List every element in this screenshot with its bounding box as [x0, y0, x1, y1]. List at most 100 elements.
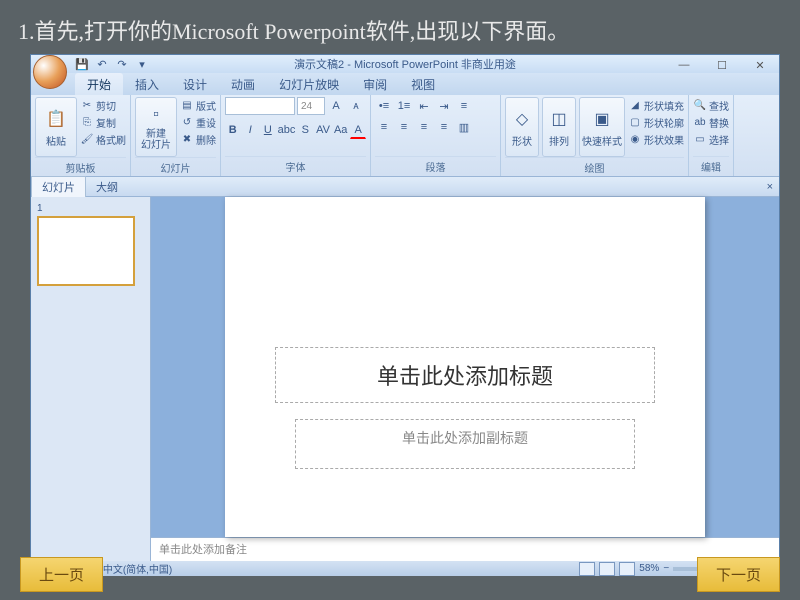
- status-bar: "Office 主题" 中文(简体,中国) 58% − +: [31, 561, 779, 576]
- arrange-button[interactable]: ◫排列: [542, 97, 576, 157]
- slides-pane-tab[interactable]: 幻灯片: [31, 176, 86, 197]
- paragraph-group-label: 段落: [375, 156, 496, 176]
- group-drawing: ◇形状 ◫排列 ▣快速样式 ◢形状填充 ▢形状轮廓 ◉形状效果 绘图: [501, 95, 689, 176]
- zoom-level: 58%: [639, 563, 659, 574]
- pane-close-icon[interactable]: ×: [767, 181, 773, 193]
- font-size-select[interactable]: 24: [297, 97, 325, 115]
- sorter-view-button[interactable]: [599, 562, 615, 576]
- window-controls: — ☐ ✕: [665, 55, 779, 75]
- paste-button[interactable]: 📋 粘贴: [35, 97, 77, 157]
- spacing-button[interactable]: AV: [315, 121, 331, 139]
- outline-pane-tab[interactable]: 大纲: [86, 177, 128, 197]
- tab-insert[interactable]: 插入: [123, 73, 171, 95]
- font-group-label: 字体: [225, 156, 366, 176]
- tab-slideshow[interactable]: 幻灯片放映: [267, 73, 351, 95]
- qat-dropdown-icon[interactable]: ▾: [133, 55, 151, 73]
- tab-view[interactable]: 视图: [399, 73, 447, 95]
- grow-font-icon[interactable]: A: [327, 97, 345, 115]
- slide-number: 1: [37, 203, 144, 214]
- italic-button[interactable]: I: [243, 121, 259, 139]
- format-painter-button[interactable]: 🖌格式刷: [80, 131, 126, 147]
- window-title: 演示文稿2 - Microsoft PowerPoint 非商业用途: [294, 56, 516, 72]
- title-placeholder[interactable]: 单击此处添加标题: [275, 347, 655, 403]
- shapes-icon: ◇: [510, 107, 534, 131]
- replace-button[interactable]: ab替换: [693, 114, 729, 130]
- align-right-button[interactable]: ≡: [415, 118, 433, 136]
- shapes-button[interactable]: ◇形状: [505, 97, 539, 157]
- tab-home[interactable]: 开始: [75, 73, 123, 95]
- ribbon: 📋 粘贴 ✂剪切 ⎘复制 🖌格式刷 剪贴板 ▫ 新建 幻灯片 ▤版式: [31, 95, 779, 177]
- new-slide-button[interactable]: ▫ 新建 幻灯片: [135, 97, 177, 157]
- shape-outline-button[interactable]: ▢形状轮廓: [628, 114, 684, 130]
- quick-styles-button[interactable]: ▣快速样式: [579, 97, 625, 157]
- shape-effects-button[interactable]: ◉形状效果: [628, 131, 684, 147]
- layout-icon: ▤: [180, 98, 194, 112]
- maximize-button[interactable]: ☐: [703, 55, 741, 75]
- next-page-button[interactable]: 下一页: [697, 557, 780, 592]
- indent-inc-button[interactable]: ⇥: [435, 97, 453, 115]
- reset-button[interactable]: ↺重设: [180, 114, 216, 130]
- shadow-button[interactable]: S: [298, 121, 314, 139]
- font-color-button[interactable]: A: [350, 121, 366, 139]
- zoom-out-button[interactable]: −: [663, 563, 669, 574]
- select-button[interactable]: ▭选择: [693, 131, 729, 147]
- find-button[interactable]: 🔍查找: [693, 97, 729, 113]
- subtitle-placeholder[interactable]: 单击此处添加副标题: [295, 419, 635, 469]
- effects-icon: ◉: [628, 132, 642, 146]
- group-editing: 🔍查找 ab替换 ▭选择 编辑: [689, 95, 734, 176]
- copy-button[interactable]: ⎘复制: [80, 114, 126, 130]
- underline-button[interactable]: U: [260, 121, 276, 139]
- slides-group-label: 幻灯片: [135, 157, 216, 177]
- outline-icon: ▢: [628, 115, 642, 129]
- group-clipboard: 📋 粘贴 ✂剪切 ⎘复制 🖌格式刷 剪贴板: [31, 95, 131, 176]
- columns-button[interactable]: ▥: [455, 118, 473, 136]
- copy-icon: ⎘: [80, 115, 94, 129]
- tab-design[interactable]: 设计: [171, 73, 219, 95]
- bullets-button[interactable]: •≡: [375, 97, 393, 115]
- layout-button[interactable]: ▤版式: [180, 97, 216, 113]
- group-font: 24 A ᴀ B I U abc S AV Aa A 字体: [221, 95, 371, 176]
- fill-icon: ◢: [628, 98, 642, 112]
- editing-group-label: 编辑: [693, 156, 729, 176]
- close-button[interactable]: ✕: [741, 55, 779, 75]
- undo-icon[interactable]: ↶: [93, 55, 111, 73]
- bold-button[interactable]: B: [225, 121, 241, 139]
- align-center-button[interactable]: ≡: [395, 118, 413, 136]
- save-icon[interactable]: 💾: [73, 55, 91, 73]
- notes-pane[interactable]: 单击此处添加备注: [151, 537, 779, 561]
- cut-button[interactable]: ✂剪切: [80, 97, 126, 113]
- cut-icon: ✂: [80, 98, 94, 112]
- drawing-group-label: 绘图: [505, 157, 684, 177]
- tab-animation[interactable]: 动画: [219, 73, 267, 95]
- shrink-font-icon[interactable]: ᴀ: [347, 97, 365, 115]
- workspace: 1 Jinchutou.com 单击此处添加标题 单击此处添加副标题 单击此处添…: [31, 197, 779, 561]
- tab-review[interactable]: 审阅: [351, 73, 399, 95]
- normal-view-button[interactable]: [579, 562, 595, 576]
- strike-button[interactable]: abc: [278, 121, 296, 139]
- find-icon: 🔍: [693, 98, 707, 112]
- indent-dec-button[interactable]: ⇤: [415, 97, 433, 115]
- paste-label: 粘贴: [46, 133, 66, 148]
- office-button[interactable]: [33, 55, 67, 89]
- numbering-button[interactable]: 1≡: [395, 97, 413, 115]
- slide[interactable]: 单击此处添加标题 单击此处添加副标题: [225, 197, 705, 537]
- justify-button[interactable]: ≡: [435, 118, 453, 136]
- group-paragraph: •≡ 1≡ ⇤ ⇥ ≡ ≡ ≡ ≡ ≡ ▥ 段落: [371, 95, 501, 176]
- group-slides: ▫ 新建 幻灯片 ▤版式 ↺重设 ✖删除 幻灯片: [131, 95, 221, 176]
- quick-access-toolbar: 💾 ↶ ↷ ▾: [73, 55, 151, 73]
- align-left-button[interactable]: ≡: [375, 118, 393, 136]
- quick-styles-icon: ▣: [590, 107, 614, 131]
- prev-page-button[interactable]: 上一页: [20, 557, 103, 592]
- minimize-button[interactable]: —: [665, 55, 703, 75]
- thumbnail-panel: 1: [31, 197, 151, 561]
- delete-button[interactable]: ✖删除: [180, 131, 216, 147]
- case-button[interactable]: Aa: [333, 121, 349, 139]
- line-spacing-button[interactable]: ≡: [455, 97, 473, 115]
- redo-icon[interactable]: ↷: [113, 55, 131, 73]
- slideshow-view-button[interactable]: [619, 562, 635, 576]
- font-family-select[interactable]: [225, 97, 295, 115]
- status-language: 中文(简体,中国): [103, 561, 172, 576]
- slide-canvas: Jinchutou.com 单击此处添加标题 单击此处添加副标题: [151, 197, 779, 537]
- slide-thumbnail[interactable]: [37, 216, 135, 286]
- shape-fill-button[interactable]: ◢形状填充: [628, 97, 684, 113]
